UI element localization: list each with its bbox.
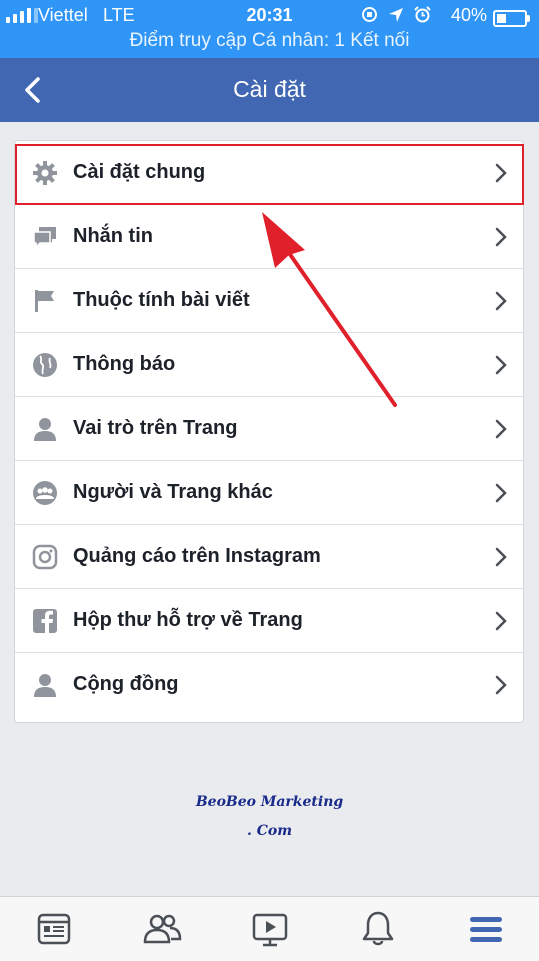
menu-icon[interactable] — [464, 907, 508, 951]
hotspot-banner[interactable]: Điểm truy cập Cá nhân: 1 Kết nối — [0, 30, 539, 52]
settings-item-post-attribution[interactable]: Thuộc tính bài viết — [15, 269, 523, 333]
navigation-bar: Cài đặt — [0, 58, 539, 122]
friends-icon[interactable] — [140, 907, 184, 951]
people-icon — [33, 481, 57, 505]
chevron-right-icon — [495, 227, 507, 247]
status-bar: Viettel LTE 20:31 40% Điểm truy cập Cá n… — [0, 0, 539, 58]
notifications-bell-icon[interactable] — [356, 907, 400, 951]
chevron-right-icon — [495, 163, 507, 183]
settings-item-page-roles[interactable]: Vai trò trên Trang — [15, 397, 523, 461]
person-icon — [34, 418, 56, 441]
battery-percent: 40% — [450, 5, 487, 25]
tab-bar — [0, 896, 539, 961]
settings-item-instagram-ads[interactable]: Quảng cáo trên Instagram — [15, 525, 523, 589]
settings-item-notifications[interactable]: Thông báo — [15, 333, 523, 397]
settings-item-label: Thông báo — [73, 353, 176, 375]
settings-item-label: Thuộc tính bài viết — [73, 289, 250, 311]
orientation-lock-icon — [362, 7, 377, 22]
instagram-icon — [32, 544, 58, 570]
settings-list: Cài đặt chung Nhắn tin Thuộc tính bài vi… — [14, 140, 524, 723]
settings-item-page-support-inbox[interactable]: Hộp thư hỗ trợ về Trang — [15, 589, 523, 653]
watermark-line-2: . Com — [246, 823, 293, 839]
news-feed-icon[interactable] — [32, 907, 76, 951]
location-icon — [389, 7, 403, 22]
chevron-right-icon — [495, 291, 507, 311]
chevron-right-icon — [495, 355, 507, 375]
chevron-right-icon — [495, 675, 507, 695]
settings-item-messaging[interactable]: Nhắn tin — [15, 205, 523, 269]
settings-item-people-and-pages[interactable]: Người và Trang khác — [15, 461, 523, 525]
settings-item-label: Cộng đồng — [73, 673, 179, 695]
video-icon[interactable] — [248, 907, 292, 951]
alarm-icon — [414, 6, 431, 23]
settings-item-general[interactable]: Cài đặt chung — [15, 141, 523, 205]
gear-icon — [33, 161, 57, 185]
flag-icon — [35, 290, 54, 312]
battery-icon — [493, 10, 530, 27]
person-icon — [34, 674, 56, 697]
settings-item-label: Quảng cáo trên Instagram — [73, 545, 321, 567]
settings-item-label: Nhắn tin — [73, 225, 153, 247]
chevron-right-icon — [495, 547, 507, 567]
chevron-right-icon — [495, 611, 507, 631]
page-title: Cài đặt — [233, 76, 306, 102]
settings-item-label: Cài đặt chung — [73, 161, 206, 183]
watermark-line-1: BeoBeo Marketing — [195, 794, 344, 810]
settings-item-community[interactable]: Cộng đồng — [15, 653, 523, 717]
chevron-right-icon — [495, 419, 507, 439]
chat-icon — [33, 227, 56, 249]
chevron-right-icon — [495, 483, 507, 503]
globe-icon — [33, 353, 57, 377]
settings-item-label: Hộp thư hỗ trợ về Trang — [73, 609, 303, 631]
facebook-icon — [33, 609, 57, 633]
settings-item-label: Vai trò trên Trang — [73, 417, 238, 439]
settings-item-label: Người và Trang khác — [73, 481, 273, 503]
